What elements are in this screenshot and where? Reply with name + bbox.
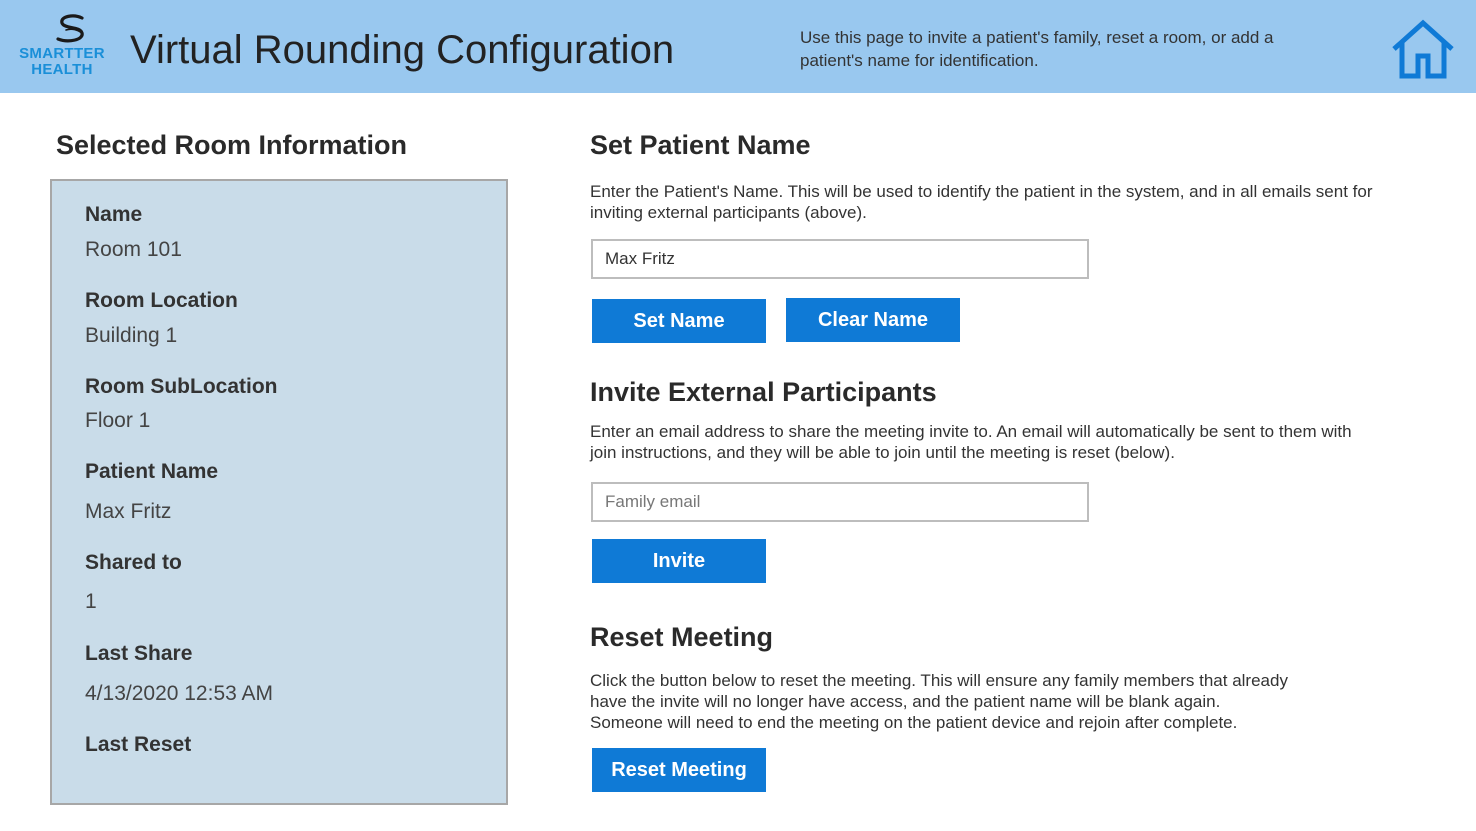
reset-meeting-button[interactable]: Reset Meeting	[592, 748, 766, 792]
logo-text-line2: HEALTH	[31, 61, 93, 78]
field-value-patient-name: Max Fritz	[85, 500, 172, 523]
field-label-room-sublocation: Room SubLocation	[85, 375, 278, 398]
field-label-last-reset: Last Reset	[85, 733, 192, 756]
invite-title: Invite External Participants	[590, 377, 937, 407]
home-icon[interactable]	[1390, 18, 1456, 80]
reset-description-line-1: Click the button below to reset the meet…	[590, 671, 1288, 690]
set-patient-name-description: Enter the Patient's Name. This will be u…	[590, 182, 1373, 222]
field-value-shared-to: 1	[85, 590, 97, 613]
field-value-room-location: Building 1	[85, 324, 178, 347]
field-label-name: Name	[85, 203, 143, 226]
logo-text: SMARTTER HEALTH	[12, 46, 112, 78]
patient-name-input[interactable]	[591, 239, 1089, 279]
field-value-room-sublocation: Floor 1	[85, 409, 151, 432]
logo-swoosh-icon	[56, 14, 84, 43]
logo-text-line1: SMARTTER	[19, 45, 105, 62]
room-info-panel: Name Room 101 Room Location Building 1 R…	[50, 179, 508, 805]
reset-description-line-2: have the invite will no longer have acce…	[590, 692, 1221, 711]
field-label-room-location: Room Location	[85, 289, 238, 312]
reset-meeting-title: Reset Meeting	[590, 622, 774, 652]
reset-description-line-3: Someone will need to end the meeting on …	[590, 713, 1238, 732]
field-value-last-share: 4/13/2020 12:53 AM	[85, 682, 273, 705]
app-header: SMARTTER HEALTH Virtual Rounding Configu…	[0, 0, 1476, 93]
family-email-input[interactable]	[591, 482, 1089, 522]
page-title: Virtual Rounding Configuration	[130, 28, 675, 72]
field-value-name: Room 101	[85, 238, 182, 261]
invite-button[interactable]: Invite	[592, 539, 766, 583]
room-info-title: Selected Room Information	[56, 130, 408, 160]
clear-name-button[interactable]: Clear Name	[786, 298, 960, 342]
reset-meeting-description: Click the button below to reset the meet…	[590, 670, 1380, 733]
set-name-button[interactable]: Set Name	[592, 299, 766, 343]
set-patient-name-title: Set Patient Name	[590, 130, 811, 160]
field-label-last-share: Last Share	[85, 642, 193, 665]
field-label-shared-to: Shared to	[85, 551, 182, 574]
header-description: Use this page to invite a patient's fami…	[800, 28, 1274, 70]
field-label-patient-name: Patient Name	[85, 460, 219, 483]
invite-description: Enter an email address to share the meet…	[590, 422, 1352, 462]
smarter-health-logo: SMARTTER HEALTH	[12, 14, 112, 82]
